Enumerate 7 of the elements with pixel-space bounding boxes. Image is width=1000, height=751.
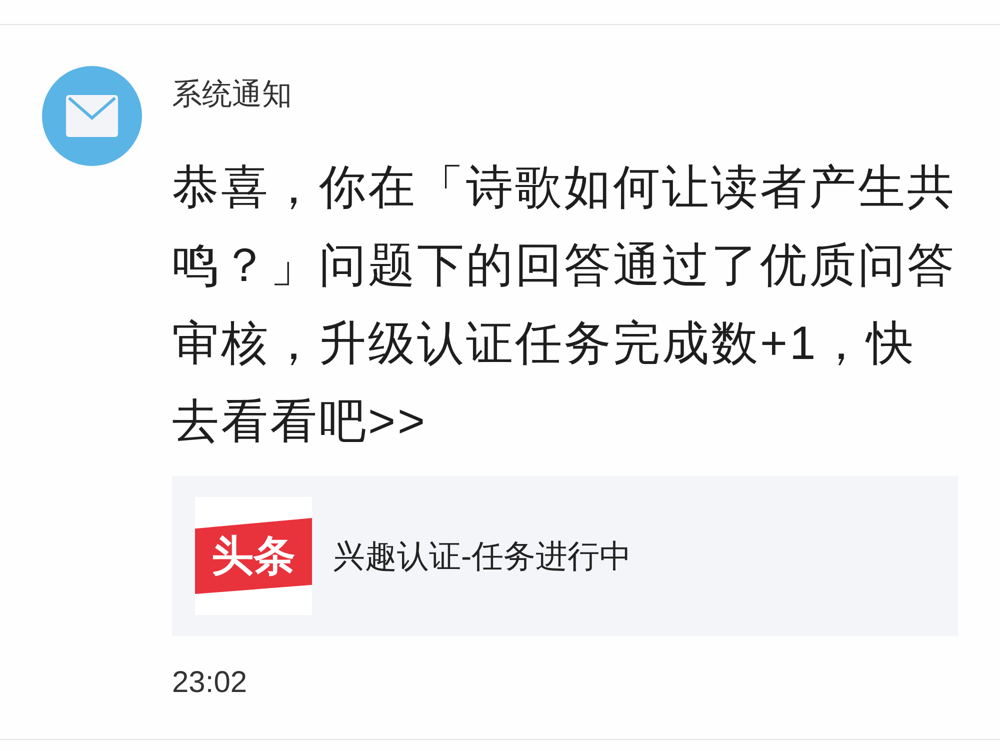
message-time: 23:02	[172, 665, 248, 701]
task-card[interactable]: 头条 兴趣认证-任务进行中	[172, 476, 958, 636]
card-title: 兴趣认证-任务进行中	[333, 537, 632, 576]
notification-message: 恭喜，你在「诗歌如何让读者产生共鸣？」问题下的回答通过了优质问答审核，升级认证任务完成数+1，快去看看吧>>	[172, 159, 957, 449]
sender-name: 系统通知	[172, 77, 292, 113]
app-logo: 头条	[195, 497, 312, 615]
envelope-icon	[42, 66, 142, 166]
